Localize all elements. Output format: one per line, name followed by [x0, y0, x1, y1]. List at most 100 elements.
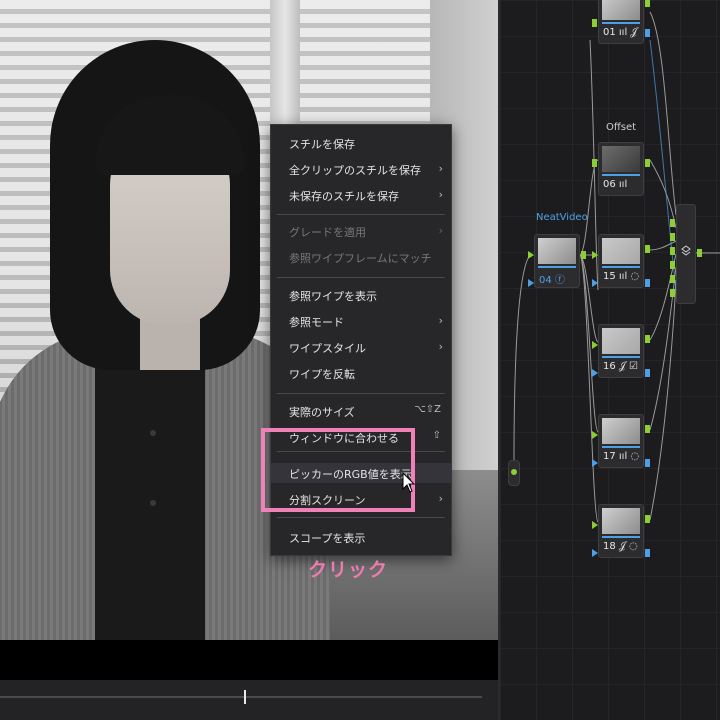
menu-item-actual-size[interactable]: 実際のサイズ ⌥⇧Z	[271, 401, 451, 421]
node-key-bar	[602, 536, 640, 538]
menu-item-grab-still[interactable]: スチルを保存	[271, 133, 451, 153]
submenu-arrow-icon: ›	[438, 188, 443, 201]
menu-item-show-reference-wipe[interactable]: 参照ワイプを表示	[271, 285, 451, 305]
menu-item-wipe-style[interactable]: ワイプスタイル ›	[271, 337, 451, 357]
menu-item-label: 参照ワイプを表示	[289, 290, 377, 303]
menu-item-reference-mode[interactable]: 参照モード ›	[271, 311, 451, 331]
mixer-input-port[interactable]	[670, 275, 675, 283]
viewer-bottom-bar	[0, 640, 498, 680]
menu-item-grab-unsaved-stills[interactable]: 未保存のスチルを保存 ›	[271, 185, 451, 205]
node-15[interactable]: 15 ııl ◌	[592, 234, 650, 288]
annotation-caption: クリック	[308, 559, 389, 581]
node-key-bar	[602, 174, 640, 176]
node-input-port[interactable]	[592, 431, 598, 439]
node-label: 06 ııl	[603, 179, 628, 190]
node-key-input-port[interactable]	[592, 459, 598, 467]
node-key-input-port[interactable]	[528, 279, 534, 287]
menu-item-grab-all-stills[interactable]: 全クリップのスチルを保存 ›	[271, 159, 451, 179]
node-input-port[interactable]	[592, 159, 597, 167]
menu-separator	[277, 517, 445, 518]
node-output-port[interactable]	[645, 245, 650, 253]
node-label: 01 ııl 𝒥	[603, 27, 638, 38]
menu-item-match-reference-wipe: 参照ワイプフレームにマッチ	[271, 247, 451, 267]
playhead[interactable]	[244, 690, 246, 704]
node-output-port[interactable]	[581, 251, 586, 259]
menu-item-label: ワイプを反転	[289, 368, 355, 381]
node-output-port[interactable]	[645, 0, 650, 7]
layer-mixer-node[interactable]	[670, 204, 702, 304]
node-key-output-port[interactable]	[645, 459, 650, 467]
node-key-bar	[538, 266, 576, 268]
shirt-button	[150, 500, 156, 506]
node-key-bar	[602, 266, 640, 268]
menu-item-label: 参照モード	[289, 316, 344, 329]
menu-item-label: スチルを保存	[289, 138, 355, 151]
menu-separator	[277, 393, 445, 394]
mouse-cursor-icon	[402, 472, 416, 493]
mixer-input-port[interactable]	[670, 219, 675, 227]
submenu-arrow-icon: ›	[438, 162, 443, 175]
menu-separator	[277, 214, 445, 215]
shirt-button	[150, 430, 156, 436]
menu-item-apply-grade: グレードを適用 ›	[271, 221, 451, 241]
node-output-port[interactable]	[645, 159, 650, 167]
node-17[interactable]: 17 ııl ◌	[592, 414, 650, 468]
node-thumbnail	[602, 146, 640, 172]
scrubber-track[interactable]	[0, 696, 482, 698]
menu-item-label: グレードを適用	[289, 226, 366, 239]
node-label: 16 𝒥 ☑	[603, 361, 638, 372]
menu-separator	[277, 277, 445, 278]
submenu-arrow-icon: ›	[438, 492, 443, 505]
node-key-bar	[602, 356, 640, 358]
submenu-arrow-icon: ›	[438, 224, 443, 237]
mixer-input-port[interactable]	[670, 261, 675, 269]
menu-item-label: ワイプスタイル	[289, 342, 366, 355]
menu-item-show-scopes[interactable]: スコープを表示	[271, 527, 451, 547]
node-thumbnail	[602, 418, 640, 444]
annotation-highlight-box	[261, 428, 415, 512]
node-key-output-port[interactable]	[645, 279, 650, 287]
node-output-port[interactable]	[645, 425, 650, 433]
node-thumbnail	[602, 328, 640, 354]
menu-item-label: 未保存のスチルを保存	[289, 190, 399, 203]
node-label: 04 ⓕ	[539, 275, 565, 286]
mixer-output-port[interactable]	[697, 249, 702, 257]
source-input-node[interactable]	[508, 460, 520, 486]
node-06[interactable]: 06 ııl	[592, 142, 650, 196]
node-thumbnail	[538, 238, 576, 264]
node-key-input-port[interactable]	[592, 549, 598, 557]
timeline-scrubber[interactable]	[0, 680, 498, 720]
mixer-input-port[interactable]	[670, 289, 675, 297]
mixer-input-port[interactable]	[670, 233, 675, 241]
node-input-port[interactable]	[592, 19, 597, 27]
node-thumbnail	[602, 0, 640, 20]
node-01[interactable]: 01 ııl 𝒥	[592, 0, 650, 44]
node-04-neatvideo[interactable]: 04 ⓕ	[528, 234, 586, 288]
mixer-input-port[interactable]	[670, 247, 675, 255]
node-input-port[interactable]	[592, 341, 598, 349]
menu-item-label: 実際のサイズ	[289, 406, 355, 419]
node-input-port[interactable]	[528, 251, 534, 259]
node-output-port[interactable]	[645, 335, 650, 343]
menu-item-label: 全クリップのスチルを保存	[289, 164, 421, 177]
node-key-output-port[interactable]	[645, 549, 650, 557]
node-graph[interactable]: Offset NeatVideo 01 ııl 𝒥 06 ııl 04 ⓕ 15…	[498, 0, 720, 720]
subject-shirt	[95, 355, 205, 640]
node-key-output-port[interactable]	[645, 29, 650, 37]
menu-item-label: 参照ワイプフレームにマッチ	[289, 252, 432, 265]
node-16[interactable]: 16 𝒥 ☑	[592, 324, 650, 378]
node-thumbnail	[602, 238, 640, 264]
node-input-port[interactable]	[592, 251, 598, 259]
node-input-port[interactable]	[592, 521, 598, 529]
node-group-label-neatvideo: NeatVideo	[536, 212, 588, 223]
menu-item-shortcut: ⌥⇧Z	[414, 404, 441, 415]
node-label: 18 𝒥 ◌	[603, 541, 638, 552]
node-18[interactable]: 18 𝒥 ◌	[592, 504, 650, 558]
node-key-bar	[602, 22, 640, 24]
node-thumbnail	[602, 508, 640, 534]
menu-item-invert-wipe[interactable]: ワイプを反転	[271, 363, 451, 383]
node-key-input-port[interactable]	[592, 369, 598, 377]
node-output-port[interactable]	[645, 515, 650, 523]
node-key-input-port[interactable]	[592, 279, 598, 287]
node-key-output-port[interactable]	[645, 369, 650, 377]
